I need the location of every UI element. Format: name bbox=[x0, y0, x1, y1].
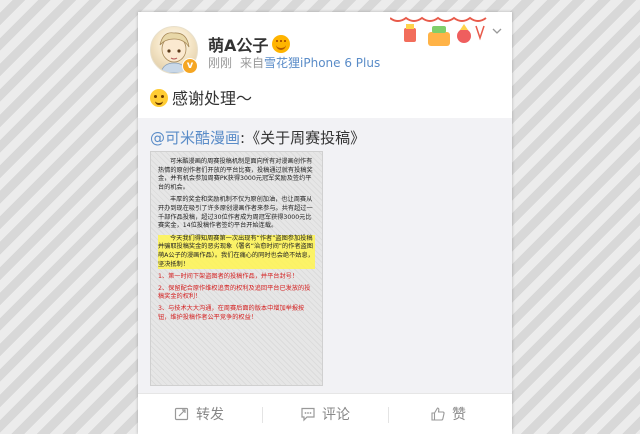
post-meta: 刚刚 来自雪花狸iPhone 6 Plus bbox=[208, 54, 380, 71]
username[interactable]: 萌A公子 bbox=[208, 32, 291, 56]
comment-icon bbox=[301, 407, 315, 422]
like-button[interactable]: 赞 bbox=[430, 404, 466, 424]
doc-paragraph-1: 可米酷漫画的周赛投稿机制是面向所有对漫画创作有热情的原创作者们开放的平台比赛，投… bbox=[158, 158, 313, 191]
smile-emoji-icon bbox=[150, 89, 168, 107]
card-decoration-icon bbox=[390, 16, 487, 46]
member-crown-icon bbox=[272, 35, 291, 53]
like-label: 赞 bbox=[452, 407, 466, 423]
announcement-image[interactable]: 可米酷漫画的周赛投稿机制是面向所有对漫画创作有热情的原创作者们开放的平台比赛，投… bbox=[150, 151, 323, 386]
post-body: 感谢处理～ bbox=[150, 88, 252, 110]
comment-button[interactable]: 评论 bbox=[300, 404, 350, 424]
action-bar: 转发 评论 赞 bbox=[138, 393, 512, 434]
doc-paragraph-2: 丰厚的奖金和奖励机制不仅为原创加油，也让周赛从开办到现在吸引了许多原创漫画作者来… bbox=[158, 196, 313, 230]
username-text[interactable]: 萌A公子 bbox=[208, 36, 268, 55]
mention-link[interactable]: @可米酷漫画 bbox=[150, 129, 240, 147]
post-header: v 萌A公子 刚刚 来自雪花狸iPhone 6 Plus bbox=[138, 12, 512, 84]
device-source-link[interactable]: 雪花狸iPhone 6 Plus bbox=[264, 56, 380, 70]
retweeted-post[interactable]: @可米酷漫画:《关于周赛投稿》 可米酷漫画的周赛投稿机制是面向所有对漫画创作有热… bbox=[138, 118, 512, 393]
verified-badge-icon: v bbox=[182, 58, 198, 74]
source-prefix: 来自 bbox=[240, 56, 265, 70]
repost-icon bbox=[174, 407, 189, 421]
doc-paragraph-highlight: 今天我们得知周赛第一次出现有“作者”盗图参加投稿并骗取投稿奖金的恶劣现象（署名“… bbox=[158, 234, 315, 270]
repost-label: 转发 bbox=[196, 407, 224, 423]
thumbs-up-icon bbox=[431, 407, 445, 421]
doc-rule-1: 1、第一时间下架盗图者的投稿作品，并平台封号！ bbox=[158, 273, 299, 281]
divider bbox=[388, 407, 389, 423]
doc-rule-2: 2、保留配合原作维权追责的权利及追回平台已发放的投稿奖金的权利！ bbox=[158, 284, 311, 301]
weibo-post-card: v 萌A公子 刚刚 来自雪花狸iPhone 6 Plus 感谢处理～ @可米酷漫画… bbox=[138, 12, 512, 434]
post-text: 感谢处理～ bbox=[172, 89, 253, 108]
retweet-title: @可米酷漫画:《关于周赛投稿》 bbox=[150, 127, 365, 148]
doc-rule-3: 3、与技术大大沟通，在周赛后面的版本中增加举报按钮，维护投稿作者公平竞争的权益！ bbox=[158, 304, 305, 321]
chevron-down-icon[interactable] bbox=[492, 26, 502, 36]
post-time: 刚刚 bbox=[208, 56, 233, 70]
repost-button[interactable]: 转发 bbox=[174, 404, 224, 424]
comment-label: 评论 bbox=[322, 407, 350, 423]
retweet-title-text: 《关于周赛投稿》 bbox=[245, 129, 366, 147]
divider bbox=[262, 407, 263, 423]
